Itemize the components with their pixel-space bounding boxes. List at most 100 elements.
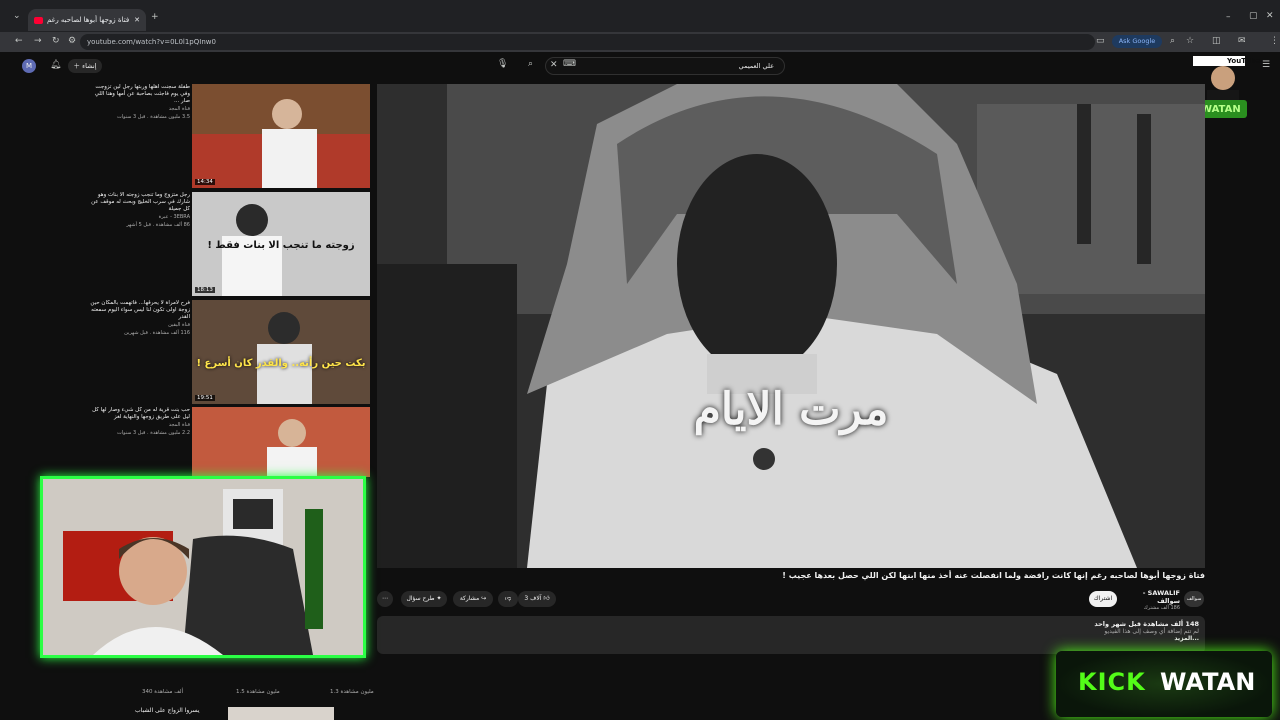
video-title[interactable]: فرح لامرأة لا يحرقها... فاتهمت بالمكان ح… [86,300,190,321]
video-thumbnail[interactable]: زوجته ما تنجب الا بنات فقط ! 18:13 [192,192,370,296]
channel-name[interactable]: SAWALIF - سوالف [1118,589,1180,605]
description-box[interactable]: 148 ألف مشاهدة قبل شهر واحد لم تتم إضافة… [377,616,1205,654]
youtube-favicon-icon [34,16,43,24]
view-count: 3.5 مليون مشاهدة . قبل 3 سنوات [117,114,190,120]
video-duration: 19:51 [195,395,215,401]
description-text: لم تتم إضافة أي وصف إلى هذا الفيديو [1104,628,1199,635]
share-label: مشاركة [459,595,480,602]
minimize-icon[interactable]: – [1226,13,1231,22]
cast-icon[interactable]: ▭ [1096,37,1105,46]
maximize-icon[interactable]: ▢ [1249,12,1258,21]
notifications-bell-icon[interactable]: 🔔︎ [50,61,61,70]
subscribe-button[interactable]: اشتراك [1089,591,1117,607]
views-and-date: 148 ألف مشاهدة قبل شهر واحد [1094,620,1199,628]
browser-menu-icon[interactable]: ⋮ [1270,37,1279,46]
video-duration: 18:13 [195,287,215,293]
tab-title: فتاة زوجها أبوها لصاحبه رغم [47,16,130,24]
kick-badge: KICK WATAN [1056,651,1272,717]
extensions-icon[interactable]: ◫ [1212,37,1221,46]
create-label: إنشاء [82,62,97,70]
ask-label: طرح سؤال [406,595,435,602]
video-thumbnail[interactable]: بكت حين رأته.. والقدر كان أسرع ! 19:51 [192,300,370,404]
channel-name[interactable]: 3EBRA - عبرة [86,213,190,221]
thumbs-up-icon: 👍︎ [543,595,550,602]
video-meta: حب بنت قرية له من كل شيء وصار لها كل ليل… [86,407,190,437]
video-thumbnail[interactable] [192,407,370,477]
search-input[interactable]: علي العميمي [545,57,785,75]
video-player[interactable]: مرت الايام [377,84,1205,568]
list-item[interactable]: بكت حين رأته.. والقدر كان أسرع ! 19:51 ف… [86,300,372,404]
webcam-overlay [40,476,366,658]
dislike-button[interactable]: 👎︎ [498,591,518,607]
thumbnail-art [192,300,370,404]
view-count: 86 ألف مشاهدة . قبل 5 أشهر [126,222,190,228]
voice-search-icon[interactable]: 🎙︎ [497,60,508,69]
share-button[interactable]: مشاركة ↪ [453,591,493,607]
video-title: فتاة زوجها أبوها لصاحبه رغم إنها كانت را… [782,571,1205,580]
create-button[interactable]: ＋ إنشاء [68,59,102,73]
site-info-icon[interactable]: ⚙ [68,37,76,46]
sparkle-icon: ✦ [436,595,442,602]
list-item[interactable]: زوجته ما تنجب الا بنات فقط ! 18:13 رجل م… [86,192,372,296]
reload-icon[interactable]: ↻ [52,37,60,46]
create-plus-icon: ＋ [73,62,80,70]
webcam-feed [43,479,363,655]
search-icon[interactable]: ⌕ [528,60,533,69]
video-meta: فرح لامرأة لا يحرقها... فاتهمت بالمكان ح… [86,300,190,337]
clear-search-icon[interactable]: ✕ [550,61,558,70]
video-meta: رجل متزوج وما تنجب زوجته الا بنات وهو شا… [86,192,190,229]
bookmark-star-icon[interactable]: ☆ [1186,37,1194,46]
video-title[interactable]: طفلة سجنت أهلها وربتها رجل لين تزوجت وفي… [86,84,190,105]
channel-avatar[interactable]: سوالف [1184,591,1204,607]
more-actions-button[interactable]: ⋯ [377,591,393,607]
video-duration: 14:34 [195,179,215,185]
forward-icon[interactable]: → [34,37,42,46]
zoom-icon[interactable]: ⌕ [1170,37,1175,46]
browser-tab[interactable]: فتاة زوجها أبوها لصاحبه رغم ✕ [28,9,146,31]
channel-info: SAWALIF - سوالف 186 ألف مشترك [1118,589,1180,611]
logo-caption: WATAN [1201,104,1241,115]
like-button[interactable]: 3 آلاف 👍︎ [518,591,556,607]
view-count: 1.5 مليون مشاهدة [236,689,280,695]
thumbnail-art [192,84,370,188]
channel-name[interactable]: قناة اليقين [86,321,190,329]
youtube-logo-text: YouTube [1227,57,1260,65]
streamer-name: WATAN [1160,668,1256,696]
mail-icon[interactable]: ✉ [1238,37,1246,46]
window-close-icon[interactable]: ✕ [1266,12,1274,21]
video-overlay-text: مرت الايام [693,384,889,435]
account-avatar[interactable]: M [22,59,36,73]
search-value: علي العميمي [738,62,774,70]
keyboard-icon[interactable]: ⌨ [563,60,576,69]
thumbnail-caption: بكت حين رأته.. والقدر كان أسرع ! [196,358,366,369]
channel-name[interactable]: قناة المجد [86,105,190,113]
thumbnail-caption: زوجته ما تنجب الا بنات فقط ! [207,240,355,251]
subscriber-count: 186 ألف مشترك [1143,605,1180,611]
video-thumbnail[interactable] [228,707,334,720]
guide-menu-icon[interactable]: ☰ [1262,61,1270,70]
channel-name[interactable]: قناة المجد [86,421,190,429]
tab-close-icon[interactable]: ✕ [134,16,140,24]
list-item[interactable]: 14:34 طفلة سجنت أهلها وربتها رجل لين تزو… [86,84,372,188]
view-count: 340 ألف مشاهدة [142,689,184,695]
video-frame [377,84,1205,568]
video-title[interactable]: يسروا الزواج على الشباب [135,707,200,714]
more-horizontal-icon: ⋯ [382,595,388,602]
video-meta: طفلة سجنت أهلها وربتها رجل لين تزوجت وفي… [86,84,190,121]
tab-search-icon[interactable]: ⌄ [13,12,21,21]
video-title[interactable]: حب بنت قرية له من كل شيء وصار لها كل ليل… [86,407,190,421]
ask-google-button[interactable]: Ask Google [1112,35,1162,48]
ask-button[interactable]: طرح سؤال ✦ [401,591,447,607]
view-count: 2.2 مليون مشاهدة . قبل 3 سنوات [117,430,190,436]
browser-tabstrip: ⌄ فتاة زوجها أبوها لصاحبه رغم ✕ + – ▢ ✕ [0,0,1280,32]
view-count: 116 ألف مشاهدة . قبل شهرين [124,330,190,336]
video-thumbnail[interactable]: 14:34 [192,84,370,188]
like-count: 3 آلاف [524,595,542,602]
show-more-link[interactable]: ...المزيد [383,635,1199,642]
address-bar[interactable]: youtube.com/watch?v=0L0l1pQInw0 [80,34,1095,50]
share-icon: ↪ [481,595,487,602]
video-title[interactable]: رجل متزوج وما تنجب زوجته الا بنات وهو شا… [86,192,190,213]
thumbnail-art [192,407,370,477]
back-icon[interactable]: ← [15,37,23,46]
new-tab-icon[interactable]: + [151,13,159,22]
